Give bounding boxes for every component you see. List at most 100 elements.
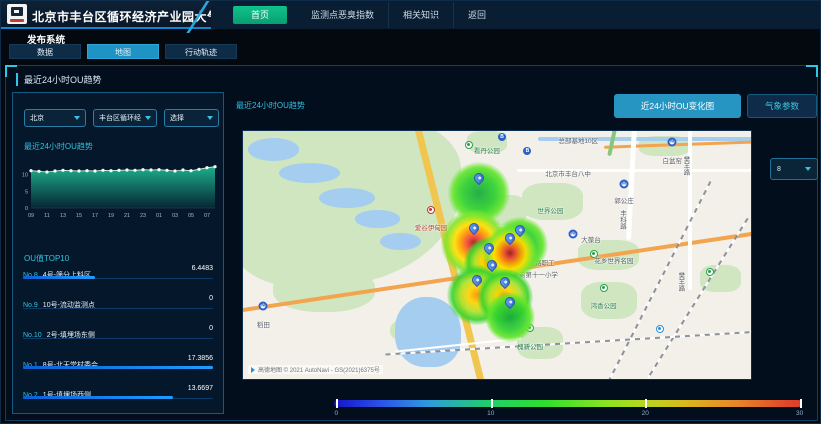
water-area [279, 163, 340, 183]
map-label: 花乡世界名园 [594, 255, 633, 265]
scale-tick [645, 399, 647, 408]
tab-行动轨迹[interactable]: 行动轨迹 [165, 44, 237, 59]
view-tabs: 数据地图行动轨迹 [9, 44, 237, 59]
scale-tick [336, 399, 338, 408]
app-logo-icon [7, 4, 27, 24]
weather-params-button[interactable]: 气象参数 [747, 94, 817, 118]
bar-fill [23, 396, 173, 399]
trend-chart: 0510091113151719212301030507 [18, 150, 220, 230]
water-area [380, 233, 421, 250]
station-value: 0 [209, 325, 213, 332]
list-item: No.84号-筛分上料区6.4483 [23, 264, 213, 294]
svg-text:17: 17 [92, 213, 98, 219]
ou-change-map-button[interactable]: 近24小时OU变化图 [614, 94, 741, 118]
map-label: 郭公庄 [614, 195, 634, 205]
nav-item-首页[interactable]: 首页 [233, 6, 287, 24]
nav-item-返回[interactable]: 返回 [453, 2, 500, 28]
chevron-down-icon [74, 116, 80, 120]
map-label: 鸿香公园 [591, 300, 617, 310]
map[interactable]: 高德地图 © 2021 AutoNavi - GS(2021)6375号 B B M… [242, 130, 752, 380]
scale-tick [491, 399, 493, 408]
select-value: 北京 [30, 113, 44, 123]
road [607, 130, 617, 156]
svg-text:5: 5 [25, 189, 28, 195]
chevron-down-icon [805, 167, 811, 171]
select-value: 选择 [170, 113, 184, 123]
map-provider-icon [251, 367, 255, 373]
chevron-down-icon [207, 116, 213, 120]
map-attribution: 高德地图 © 2021 AutoNavi - GS(2021)6375号 [248, 365, 383, 374]
svg-text:23: 23 [140, 213, 146, 219]
logo-red-mark-icon [10, 19, 24, 22]
bar-fill [23, 366, 213, 369]
bus-icon: B [498, 133, 506, 141]
tab-地图[interactable]: 地图 [87, 44, 159, 59]
bar-track [23, 338, 213, 339]
map-label: 樊羊路 [680, 156, 690, 176]
nav-item-监测点恶臭指数[interactable]: 监测点恶臭指数 [297, 2, 388, 28]
bar-track [23, 308, 213, 309]
top-list-title: OU值TOP10 [24, 253, 69, 264]
svg-text:15: 15 [76, 213, 82, 219]
svg-text:0: 0 [25, 206, 28, 212]
svg-text:03: 03 [172, 213, 178, 219]
map-label: 丰科路 [616, 210, 626, 230]
filter-select-2[interactable]: 选择 [164, 109, 219, 127]
park-icon [465, 141, 473, 149]
map-label: 樊羊路 [675, 272, 685, 292]
scale-tick-label: 20 [642, 410, 649, 417]
metro-icon: M [620, 180, 629, 189]
water-area [248, 138, 299, 160]
filter-select-1[interactable]: 丰台区循环经济产 [93, 109, 157, 127]
header-nav: 首页监测点恶臭指数相关知识返回 [211, 1, 820, 29]
map-label: 总部基地10区 [558, 135, 598, 145]
map-attribution-text: 高德地图 © 2021 AutoNavi - GS(2021)6375号 [258, 365, 380, 374]
main-panel: 最近24小时OU趋势 北京 丰台区循环经济产 选择 最近24小时OU趋势 0 5 10 0… [5, 65, 818, 421]
select-value: 丰台区循环经济产 [99, 113, 141, 123]
svg-text:13: 13 [60, 213, 66, 219]
svg-text:10: 10 [22, 173, 28, 179]
metro-icon: M [259, 301, 268, 310]
map-label: 稻田 [257, 319, 270, 329]
map-label: 北京市丰台八中 [545, 168, 591, 178]
map-label: 大葆台 [581, 234, 601, 244]
metro-icon: M [668, 138, 677, 147]
svg-text:19: 19 [108, 213, 114, 219]
nav-item-相关知识[interactable]: 相关知识 [388, 2, 453, 28]
metro-icon: M [569, 229, 578, 238]
bar-fill [23, 276, 95, 279]
station-value: 17.3856 [188, 355, 213, 362]
map-label: 槐新公园 [517, 341, 543, 351]
scale-tick [800, 399, 802, 408]
header-bar: 北京市丰台区循环经济产业园大气恶臭状况实时 首页监测点恶臭指数相关知识返回 [1, 1, 820, 29]
filter-selects: 北京 丰台区循环经济产 选择 [24, 109, 219, 127]
filter-select-0[interactable]: 北京 [24, 109, 86, 127]
scale-tick-label: 30 [796, 410, 803, 417]
list-item: No.18号-北天堂村委会17.3856 [23, 354, 213, 384]
list-item: No.102号-填埋场东侧0 [23, 324, 213, 354]
poi-blue-icon [656, 325, 664, 333]
left-sidebar-panel: 北京丰台区循环经济产选择 最近24小时OU趋势 0510091113151719… [12, 92, 224, 414]
water-area [319, 188, 375, 208]
park-icon [600, 284, 608, 292]
scale-tick-label: 0 [335, 410, 339, 417]
chevron-down-icon [145, 116, 151, 120]
map-label: 世界公园 [537, 205, 563, 215]
station-value: 0 [209, 295, 213, 302]
list-item: No.21号-填埋场西侧13.6697 [23, 384, 213, 414]
panel-title: 最近24小时OU趋势 [16, 73, 102, 86]
top-list: No.84号-筛分上料区6.4483No.910号-流动监测点0No.102号-… [23, 264, 213, 414]
svg-text:01: 01 [156, 213, 162, 219]
list-item: No.910号-流动监测点0 [23, 294, 213, 324]
app-window: 北京市丰台区循环经济产业园大气恶臭状况实时 首页监测点恶臭指数相关知识返回 发布… [0, 0, 821, 424]
svg-text:21: 21 [124, 213, 130, 219]
station-value: 6.4483 [192, 265, 213, 272]
bus-icon: B [523, 147, 531, 155]
station-value: 13.6697 [188, 385, 213, 392]
map-section-title: 最近24小时OU趋势 [236, 100, 305, 111]
map-layer-select[interactable]: 8 [770, 158, 818, 180]
heat-scale-legend: 0102030 [334, 400, 802, 407]
svg-text:09: 09 [28, 213, 34, 219]
tab-数据[interactable]: 数据 [9, 44, 81, 59]
map-label: 看丹公园 [474, 145, 500, 155]
